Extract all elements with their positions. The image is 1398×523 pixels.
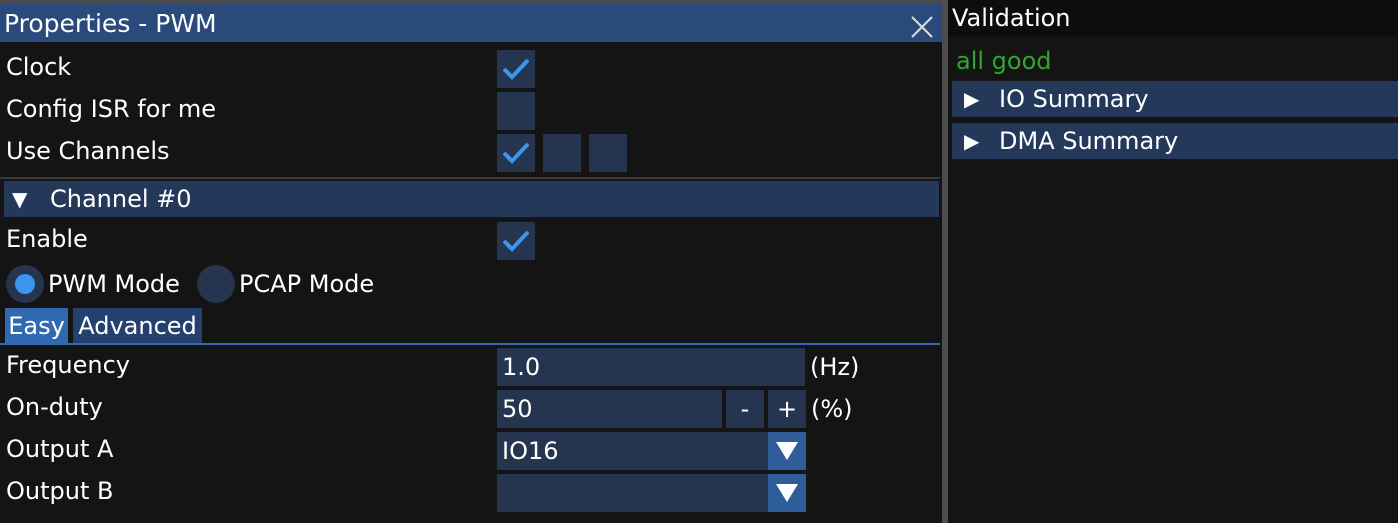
config-isr-checkbox[interactable] bbox=[497, 92, 535, 130]
on-duty-unit: (%) bbox=[811, 395, 853, 423]
triangle-right-icon: ▶ bbox=[964, 129, 980, 153]
channel-0-checkbox[interactable] bbox=[497, 134, 535, 172]
output-a-select[interactable]: IO16 bbox=[497, 432, 768, 470]
tab-advanced[interactable]: Advanced bbox=[73, 308, 202, 344]
validation-panel: Validation all good ▶ IO Summary ▶ DMA S… bbox=[948, 0, 1398, 523]
frequency-value: 1.0 bbox=[502, 353, 541, 381]
clock-label: Clock bbox=[6, 53, 72, 81]
dma-summary-header[interactable]: ▶ DMA Summary bbox=[952, 123, 1398, 159]
pcap-mode-radio[interactable] bbox=[197, 265, 235, 303]
decrement-button[interactable]: - bbox=[726, 390, 764, 428]
channel-header-label: Channel #0 bbox=[50, 185, 192, 213]
validation-titlebar[interactable]: Validation bbox=[948, 0, 1398, 36]
output-b-label: Output B bbox=[6, 477, 114, 505]
checkmark-icon bbox=[502, 142, 530, 164]
config-isr-label: Config ISR for me bbox=[6, 95, 217, 123]
output-a-label: Output A bbox=[6, 435, 114, 463]
output-a-dropdown-button[interactable] bbox=[768, 432, 806, 470]
enable-label: Enable bbox=[6, 225, 88, 253]
triangle-down-icon: ▼ bbox=[12, 187, 28, 211]
frequency-input[interactable]: 1.0 bbox=[497, 348, 805, 386]
io-summary-header[interactable]: ▶ IO Summary bbox=[952, 81, 1398, 117]
increment-button[interactable]: + bbox=[768, 390, 806, 428]
channel-2-checkbox[interactable] bbox=[589, 134, 627, 172]
triangle-down-icon bbox=[776, 442, 798, 460]
divider bbox=[0, 177, 940, 179]
on-duty-input[interactable]: 50 bbox=[497, 390, 722, 428]
properties-panel: Properties - PWM Clock Config ISR for me… bbox=[0, 0, 942, 523]
on-duty-value: 50 bbox=[502, 395, 533, 423]
tab-underline bbox=[0, 343, 940, 345]
clock-checkbox[interactable] bbox=[497, 50, 535, 88]
frequency-label: Frequency bbox=[6, 351, 130, 379]
close-icon[interactable] bbox=[908, 13, 936, 41]
channel-1-checkbox[interactable] bbox=[543, 134, 581, 172]
enable-checkbox[interactable] bbox=[497, 222, 535, 260]
checkmark-icon bbox=[502, 230, 530, 252]
pwm-mode-radio[interactable] bbox=[6, 265, 44, 303]
properties-titlebar[interactable]: Properties - PWM bbox=[0, 4, 942, 42]
dma-summary-label: DMA Summary bbox=[999, 127, 1179, 155]
output-b-dropdown-button[interactable] bbox=[768, 474, 806, 512]
output-a-value: IO16 bbox=[502, 437, 559, 465]
frequency-unit: (Hz) bbox=[810, 353, 860, 381]
output-b-select[interactable] bbox=[497, 474, 768, 512]
properties-title: Properties - PWM bbox=[4, 9, 217, 38]
use-channels-label: Use Channels bbox=[6, 137, 170, 165]
channel-0-header[interactable]: ▼ Channel #0 bbox=[4, 181, 939, 217]
triangle-right-icon: ▶ bbox=[964, 87, 980, 111]
pcap-mode-label[interactable]: PCAP Mode bbox=[239, 270, 374, 298]
tab-easy[interactable]: Easy bbox=[5, 308, 68, 344]
io-summary-label: IO Summary bbox=[999, 85, 1149, 113]
on-duty-label: On-duty bbox=[6, 393, 103, 421]
checkmark-icon bbox=[502, 58, 530, 80]
pwm-mode-label[interactable]: PWM Mode bbox=[48, 270, 180, 298]
triangle-down-icon bbox=[776, 484, 798, 502]
validation-title: Validation bbox=[952, 4, 1071, 32]
validation-status: all good bbox=[956, 47, 1052, 75]
